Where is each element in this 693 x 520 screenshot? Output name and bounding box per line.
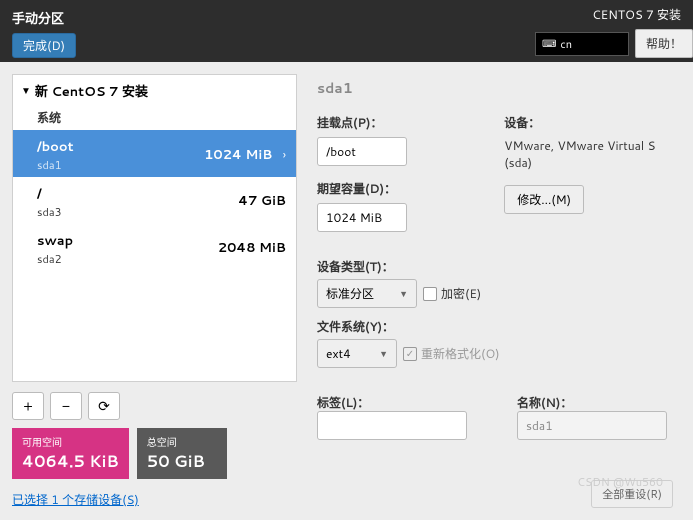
modify-device-button[interactable]: 修改...(M) [504,185,584,214]
device-description: VMware, VMware Virtual S (sda) [504,137,673,171]
done-button[interactable]: 完成(D) [12,33,76,58]
chevron-down-icon: ▼ [379,347,388,360]
help-button[interactable]: 帮助！ [635,29,693,58]
device-name: sda2 [37,251,73,267]
total-space-label: 总空间 [147,434,217,450]
device-type-label: 设备类型(T)： [317,258,673,275]
device-type-select[interactable]: 标准分区 ▼ [317,279,417,308]
selected-partition-title: sda1 [317,78,673,98]
partition-row[interactable]: swap sda2 2048 MiB [13,224,296,271]
name-field-label: 名称(N)： [517,394,667,411]
encrypt-checkbox[interactable] [423,287,437,301]
desired-capacity-input[interactable] [317,203,407,232]
tree-root-label: 新 CentOS 7 安装 [35,81,148,101]
reset-all-button[interactable]: 全部重设(R) [591,480,673,508]
mount-point: / [37,185,42,203]
remove-partition-button[interactable]: − [50,392,82,420]
filesystem-select[interactable]: ext4 ▼ [317,339,397,368]
reformat-checkbox [403,347,417,361]
label-input[interactable] [317,411,467,440]
encrypt-label: 加密(E) [441,285,481,302]
partition-row[interactable]: /boot sda1 1024 MiB [13,130,296,177]
mount-point: swap [37,232,73,250]
partition-size: 1024 MiB [204,146,272,164]
available-space-label: 可用空间 [22,434,119,450]
caret-down-icon: ▼ [21,84,31,98]
system-group-label: 系统 [13,107,296,130]
partition-size: 2048 MiB [218,239,286,257]
device-label: 设备： [504,114,673,131]
reformat-label: 重新格式化(O) [421,345,500,362]
reformat-checkbox-row: 重新格式化(O) [403,345,500,362]
partition-row[interactable]: / sda3 47 GiB [13,177,296,224]
total-space-box: 总空间 50 GiB [137,428,227,479]
device-name: sda1 [37,157,74,173]
label-field-label: 标签(L)： [317,394,487,411]
chevron-right-icon [283,146,286,163]
device-type-value: 标准分区 [326,285,374,302]
partition-size: 47 GiB [238,192,286,210]
name-input [517,411,667,440]
available-space-box: 可用空间 4064.5 KiB [12,428,129,479]
filesystem-label: 文件系统(Y)： [317,318,673,335]
mount-point-input[interactable] [317,137,407,166]
keyboard-layout-label: cn [560,36,572,52]
mount-point: /boot [37,138,74,156]
right-panel: sda1 挂载点(P)： 期望容量(D)： 设备： VMware, VMware… [309,74,681,508]
keyboard-icon: ⌨ [542,37,556,51]
desired-capacity-label: 期望容量(D)： [317,180,474,197]
top-bar: 手动分区 完成(D) CENTOS 7 安装 ⌨ cn 帮助！ [0,0,693,62]
reload-button[interactable]: ⟳ [88,392,120,420]
device-name: sda3 [37,204,62,220]
add-partition-button[interactable]: + [12,392,44,420]
available-space-value: 4064.5 KiB [22,450,119,473]
total-space-value: 50 GiB [147,450,217,473]
keyboard-layout-selector[interactable]: ⌨ cn [535,32,629,56]
chevron-down-icon: ▼ [399,287,408,300]
left-panel: ▼ 新 CentOS 7 安装 系统 /boot sda1 1024 MiB /… [12,74,297,508]
mount-point-label: 挂载点(P)： [317,114,474,131]
install-title: CENTOS 7 安装 [535,6,693,23]
filesystem-value: ext4 [326,345,351,362]
partition-tree: ▼ 新 CentOS 7 安装 系统 /boot sda1 1024 MiB /… [12,74,297,382]
encrypt-checkbox-row[interactable]: 加密(E) [423,285,481,302]
storage-devices-link[interactable]: 已选择 1 个存储设备(S) [12,491,297,508]
tree-root[interactable]: ▼ 新 CentOS 7 安装 [13,75,296,107]
page-title: 手动分区 [12,8,76,28]
